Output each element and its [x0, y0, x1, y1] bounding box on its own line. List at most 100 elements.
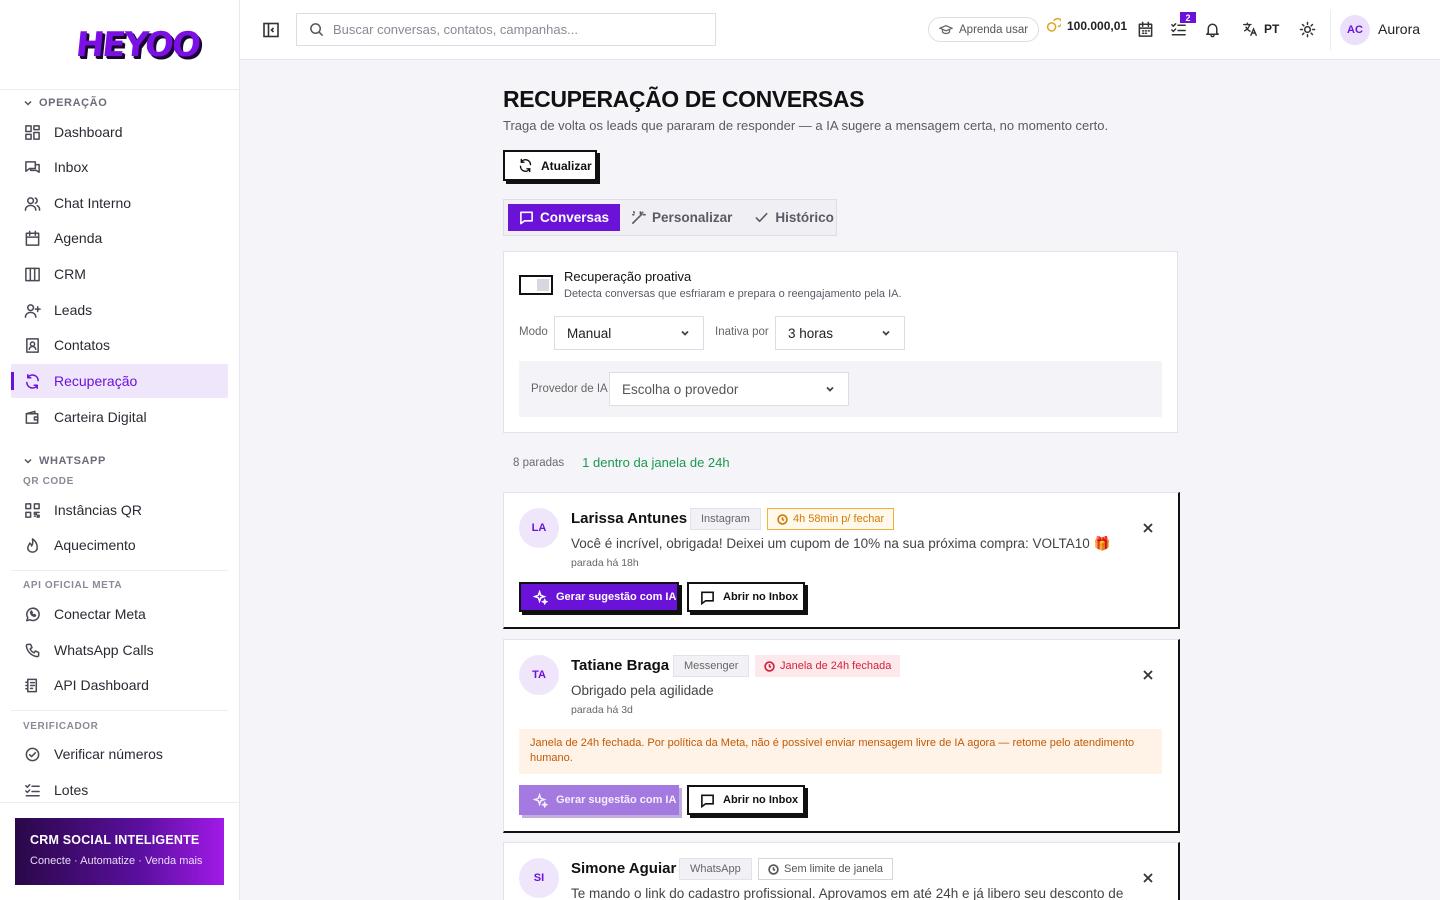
user-name[interactable]: Aurora	[1378, 21, 1420, 37]
inactive-value: 3 horas	[788, 325, 834, 341]
page-subtitle: Traga de volta os leads que pararam de r…	[503, 118, 1109, 133]
tasks-button[interactable]	[1170, 21, 1188, 39]
magic-wand-icon	[632, 211, 646, 224]
generate-ai-button[interactable]: Gerar sugestão com IA	[519, 582, 679, 612]
conversation-card: SI Simone Aguiar WhatsApp Sem limite de …	[503, 842, 1180, 900]
dismiss-button[interactable]	[1142, 668, 1154, 680]
coin-balance[interactable]: 100.000,01	[1046, 18, 1127, 33]
calendar-button[interactable]	[1137, 21, 1155, 39]
toggle-subtitle: Detecta conversas que esfriaram e prepar…	[564, 288, 902, 300]
open-inbox-button[interactable]: Abrir no Inbox	[687, 785, 805, 815]
last-message: Você é incrível, obrigada! Deixei um cup…	[571, 536, 1111, 551]
search-icon	[310, 23, 324, 37]
in-window-count: 1 dentro da janela de 24h	[582, 455, 730, 470]
divider	[1330, 10, 1331, 50]
sidebar-item-dashboard[interactable]: Dashboard	[11, 115, 228, 149]
sidebar-item-crm[interactable]: CRM	[11, 257, 228, 291]
sidebar-item-label: Lotes	[54, 782, 89, 798]
avatar: SI	[519, 858, 559, 898]
clock-icon	[764, 660, 775, 672]
logo-area: HEYOO	[0, 0, 239, 90]
sidebar-item-label: Chat Interno	[54, 195, 132, 211]
search-input[interactable]	[333, 22, 693, 37]
stopped-count: 8 paradas	[513, 456, 565, 469]
mode-label: Modo	[519, 326, 548, 338]
sidebar-collapse-icon[interactable]	[262, 21, 280, 39]
avatar: LA	[519, 508, 559, 548]
calendar-icon	[25, 230, 40, 246]
refresh-button[interactable]: Atualizar	[503, 150, 597, 181]
sidebar-item-chat-interno[interactable]: Chat Interno	[11, 186, 228, 220]
theme-toggle[interactable]	[1299, 21, 1317, 39]
channel-badge: Messenger	[673, 655, 750, 677]
channel-badge: Instagram	[690, 508, 761, 530]
sidebar-item-conectar-meta[interactable]: Conectar Meta	[11, 597, 228, 631]
sidebar-item-instancias-qr[interactable]: Instâncias QR	[11, 493, 228, 527]
search-box[interactable]	[296, 13, 716, 46]
language-label: PT	[1264, 22, 1280, 36]
sidebar-item-carteira[interactable]: Carteira Digital	[11, 400, 228, 434]
sidebar-item-aquecimento[interactable]: Aquecimento	[11, 528, 228, 562]
chevron-down-icon	[882, 330, 890, 336]
tab-personalizar[interactable]: Personalizar	[620, 204, 743, 231]
sidebar-item-whatsapp-calls[interactable]: WhatsApp Calls	[11, 633, 228, 667]
sidebar-item-agenda[interactable]: Agenda	[11, 221, 228, 255]
proactive-toggle[interactable]	[519, 275, 553, 295]
sidebar-item-label: Leads	[54, 302, 93, 318]
inactive-select[interactable]: 3 horas	[775, 316, 905, 350]
sidebar-item-inbox[interactable]: Inbox	[11, 150, 228, 184]
sidebar: HEYOO OPERAÇÃO Dashboard Inbox Chat Inte…	[0, 0, 240, 900]
button-label: Abrir no Inbox	[723, 591, 799, 603]
conversation-card: LA Larissa Antunes Instagram 4h 58min p/…	[503, 492, 1180, 629]
window-badge: Sem limite de janela	[758, 858, 894, 880]
qr-icon	[25, 502, 40, 518]
check-icon	[755, 212, 768, 223]
contact-name: Larissa Antunes	[571, 510, 688, 527]
tab-label: Conversas	[540, 210, 610, 225]
contact-icon	[26, 337, 39, 353]
stopped-time: parada há 18h	[571, 557, 639, 569]
users-icon	[24, 196, 41, 211]
generate-ai-button[interactable]: Gerar sugestão com IA	[519, 785, 679, 815]
conversation-card: TA Tatiane Braga Messenger Janela de 24h…	[503, 639, 1180, 833]
provider-row: Provedor de IA Escolha o provedor	[519, 361, 1162, 417]
promo-subtitle: Conecte · Automatize · Venda mais	[30, 855, 203, 867]
section-verificador: VERIFICADOR	[23, 721, 99, 732]
message-icon	[520, 211, 533, 225]
policy-warning: Janela de 24h fechada. Por política da M…	[519, 729, 1162, 774]
dismiss-button[interactable]	[1142, 871, 1154, 883]
sidebar-item-leads[interactable]: Leads	[11, 293, 228, 327]
provider-label: Provedor de IA	[531, 383, 608, 395]
contact-name: Simone Aguiar	[571, 860, 677, 877]
tab-label: Personalizar	[652, 210, 733, 225]
open-inbox-button[interactable]: Abrir no Inbox	[687, 582, 805, 612]
dismiss-button[interactable]	[1142, 521, 1154, 533]
sidebar-item-recuperacao[interactable]: Recuperação	[11, 364, 228, 398]
sidebar-item-api-dashboard[interactable]: API Dashboard	[11, 668, 228, 702]
sidebar-item-label: Verificar números	[54, 746, 163, 762]
whatsapp-icon	[26, 606, 40, 621]
promo-banner[interactable]: CRM SOCIAL INTELIGENTE Conecte · Automat…	[15, 818, 224, 885]
avatar: TA	[519, 655, 559, 695]
avatar[interactable]: AC	[1340, 15, 1370, 45]
tab-historico[interactable]: Histórico	[743, 204, 845, 231]
promo-title: CRM SOCIAL INTELIGENTE	[30, 833, 200, 847]
section-whatsapp[interactable]: WHATSAPP	[11, 455, 106, 467]
section-operacao[interactable]: OPERAÇÃO	[11, 97, 107, 109]
mode-value: Manual	[567, 325, 612, 341]
sidebar-item-label: WhatsApp Calls	[54, 642, 154, 658]
provider-select[interactable]: Escolha o provedor	[609, 372, 849, 406]
learn-button[interactable]: Aprenda usar	[928, 17, 1040, 42]
language-switch[interactable]: PT	[1242, 21, 1279, 37]
divider	[0, 802, 240, 803]
notifications-button[interactable]	[1204, 21, 1222, 39]
mode-select[interactable]: Manual	[554, 316, 704, 350]
close-icon	[1143, 523, 1153, 533]
sidebar-item-label: Agenda	[54, 230, 103, 246]
logo[interactable]: HEYOO	[74, 25, 201, 65]
sidebar-item-verificar-numeros[interactable]: Verificar números	[11, 737, 228, 771]
tab-conversas[interactable]: Conversas	[508, 204, 621, 231]
page-title: RECUPERAÇÃO DE CONVERSAS	[503, 86, 865, 112]
graduation-cap-icon	[939, 24, 953, 34]
sidebar-item-contatos[interactable]: Contatos	[11, 328, 228, 362]
